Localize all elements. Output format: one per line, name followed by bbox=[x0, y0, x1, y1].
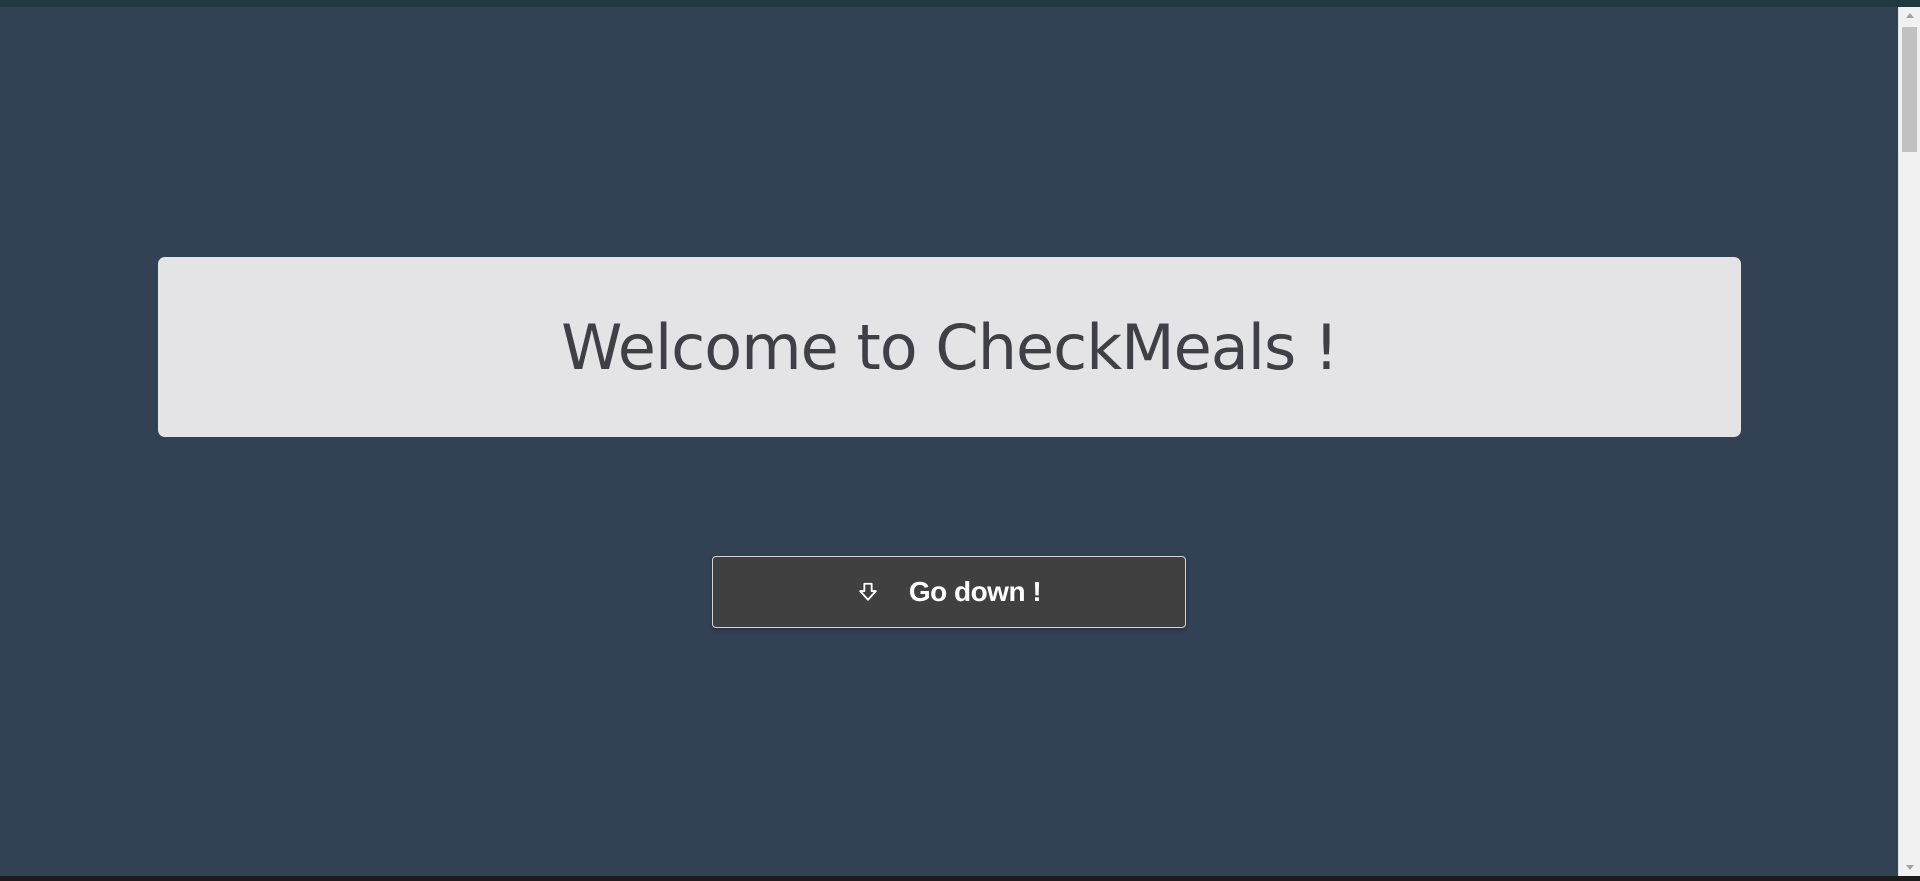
page-title: Welcome to CheckMeals ! bbox=[561, 310, 1339, 384]
vertical-scrollbar[interactable] bbox=[1898, 7, 1920, 876]
browser-bottom-edge bbox=[0, 876, 1920, 881]
scroll-down-arrow-icon[interactable] bbox=[1899, 859, 1920, 876]
scrollbar-thumb[interactable] bbox=[1902, 27, 1917, 152]
go-down-label: Go down ! bbox=[908, 576, 1042, 607]
go-down-button[interactable]: Go down ! bbox=[712, 556, 1186, 628]
welcome-banner: Welcome to CheckMeals ! bbox=[158, 257, 1741, 437]
arrow-down-icon bbox=[857, 581, 879, 603]
scroll-up-arrow-icon[interactable] bbox=[1899, 7, 1920, 24]
main-content: Welcome to CheckMeals ! Go down ! bbox=[0, 7, 1898, 876]
browser-top-edge bbox=[0, 0, 1920, 7]
